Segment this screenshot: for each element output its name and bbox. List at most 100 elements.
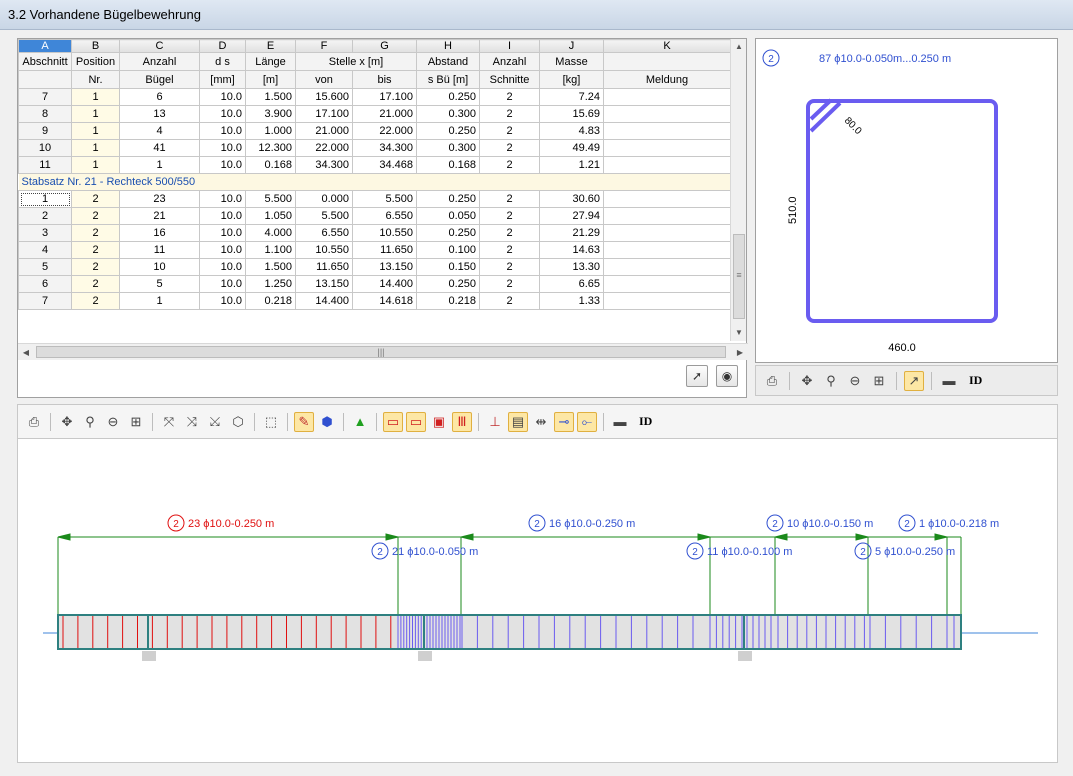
table-cell[interactable]: 2 [71,275,120,293]
table-cell[interactable]: 11 [119,241,200,259]
table-cell[interactable]: 17.100 [352,88,417,106]
table-cell[interactable]: 2 [479,224,540,242]
table-cell[interactable]: 4.000 [245,224,296,242]
table-cell[interactable]: 23 [119,190,200,208]
table-cell[interactable]: 2 [71,241,120,259]
table-cell[interactable]: 21 [119,207,200,225]
scroll-left-icon[interactable]: ◀ [18,344,34,361]
table-cell[interactable]: 11.650 [352,241,417,259]
table-cell[interactable]: 30.60 [539,190,604,208]
table-cell[interactable]: 10.0 [199,207,246,225]
table-cell[interactable]: 0.300 [416,139,480,157]
section-center-icon[interactable]: ▣ [429,412,449,432]
column-letter[interactable]: F [295,39,353,53]
print-icon[interactable]: ⎙ [762,371,782,391]
table-cell[interactable]: 2 [71,258,120,276]
solid-model-icon[interactable]: ⬢ [317,412,337,432]
table-cell[interactable]: 0.100 [416,241,480,259]
zoom-window-icon[interactable]: ⊞ [869,371,889,391]
view-button[interactable]: ◉ [716,365,738,387]
column-letter[interactable]: J [539,39,604,53]
table-cell[interactable]: 2 [479,207,540,225]
zoom-all-icon[interactable]: ✥ [57,412,77,432]
table-row[interactable]: 9 1 4 10.0 1.000 21.000 22.000 0.250 2 4.83 [18,122,730,140]
table-cell[interactable]: 0.250 [416,190,480,208]
id-toggle[interactable]: ID [969,373,982,388]
column-letter[interactable]: A [18,39,72,53]
table-cell[interactable]: 16 [119,224,200,242]
table-cell[interactable]: 5 [18,258,72,276]
table-cell[interactable]: 49.49 [539,139,604,157]
dimension-left-icon[interactable]: ⊸ [554,411,574,432]
table-cell[interactable]: 2 [479,105,540,123]
show-stirrups-icon[interactable]: ✎ [294,411,314,432]
table-cell[interactable]: 1 [71,122,120,140]
scroll-right-icon[interactable]: ▶ [732,344,748,361]
dimension-right-icon[interactable]: ⟜ [577,411,597,432]
table-cell[interactable]: 2 [71,190,120,208]
table-cell[interactable]: 10.0 [199,122,246,140]
scroll-thumb[interactable]: ≡ [733,234,745,319]
table-cell[interactable]: 5 [119,275,200,293]
dimension-toggle-icon[interactable]: ↗ [904,370,924,391]
table-cell[interactable]: 4 [18,241,72,259]
view-z-icon[interactable]: ⤩ [205,412,225,432]
table-cell[interactable]: 2 [71,224,120,242]
table-cell[interactable]: 2 [479,258,540,276]
table-cell[interactable]: 5.500 [245,190,296,208]
table-cell[interactable]: 14.400 [352,275,417,293]
table-cell[interactable]: 4 [119,122,200,140]
table-row[interactable]: 7 2 1 10.0 0.218 14.400 14.618 0.218 2 1.33 [18,292,730,310]
table-cell[interactable]: 1.050 [245,207,296,225]
table-cell[interactable]: 2 [479,275,540,293]
table-cell[interactable]: 1 [18,190,72,208]
table-cell[interactable]: 10.0 [199,241,246,259]
table-cell[interactable] [603,122,730,140]
column-letter[interactable]: I [479,39,540,53]
table-cell[interactable]: 34.300 [295,156,353,174]
table-cell[interactable]: 34.300 [352,139,417,157]
section-bottom-icon[interactable]: ▭ [406,411,426,432]
table-cell[interactable]: 2 [479,156,540,174]
table-cell[interactable]: 2 [479,241,540,259]
table-cell[interactable]: 1 [71,156,120,174]
table-cell[interactable]: 1.100 [245,241,296,259]
table-row[interactable]: 7 1 6 10.0 1.500 15.600 17.100 0.250 2 7.24 [18,88,730,106]
table-cell[interactable]: 0.000 [295,190,353,208]
table-cell[interactable]: 14.63 [539,241,604,259]
table-view-icon[interactable]: ▤ [508,411,528,432]
table-cell[interactable]: 22.000 [352,122,417,140]
table-cell[interactable]: 0.250 [416,224,480,242]
column-letter[interactable]: B [71,39,120,53]
table-cell[interactable]: 9 [18,122,72,140]
zoom-all-icon[interactable]: ✥ [797,371,817,391]
table-cell[interactable]: 1.500 [245,88,296,106]
table-cell[interactable]: 11 [18,156,72,174]
table-cell[interactable] [603,105,730,123]
table-cell[interactable] [603,139,730,157]
table-cell[interactable]: 21.000 [295,122,353,140]
table-cell[interactable] [603,207,730,225]
table-row[interactable]: 10 1 41 10.0 12.300 22.000 34.300 0.300 2 49.49 [18,139,730,157]
table-cell[interactable]: 0.300 [416,105,480,123]
table-horizontal-scrollbar[interactable]: ◀ ||| ▶ [18,343,748,360]
table-cell[interactable] [603,190,730,208]
column-letter[interactable]: G [352,39,417,53]
axes-icon[interactable]: ⊥ [485,412,505,432]
table-cell[interactable]: 10.0 [199,88,246,106]
zoom-icon[interactable]: ⚲ [821,371,841,391]
table-cell[interactable]: 13.150 [295,275,353,293]
table-cell[interactable]: 1 [119,292,200,310]
table-cell[interactable]: 13.150 [352,258,417,276]
table-cell[interactable]: 10.550 [295,241,353,259]
table-cell[interactable]: 6 [18,275,72,293]
table-cell[interactable]: 14.400 [295,292,353,310]
table-cell[interactable]: 0.218 [416,292,480,310]
x-dimension-icon[interactable]: ⇹ [531,412,551,432]
table-cell[interactable]: 21.000 [352,105,417,123]
column-letter[interactable]: H [416,39,480,53]
table-cell[interactable]: 17.100 [295,105,353,123]
table-cell[interactable]: 6.550 [352,207,417,225]
table-cell[interactable]: 0.218 [245,292,296,310]
scroll-up-icon[interactable]: ▲ [731,39,747,55]
